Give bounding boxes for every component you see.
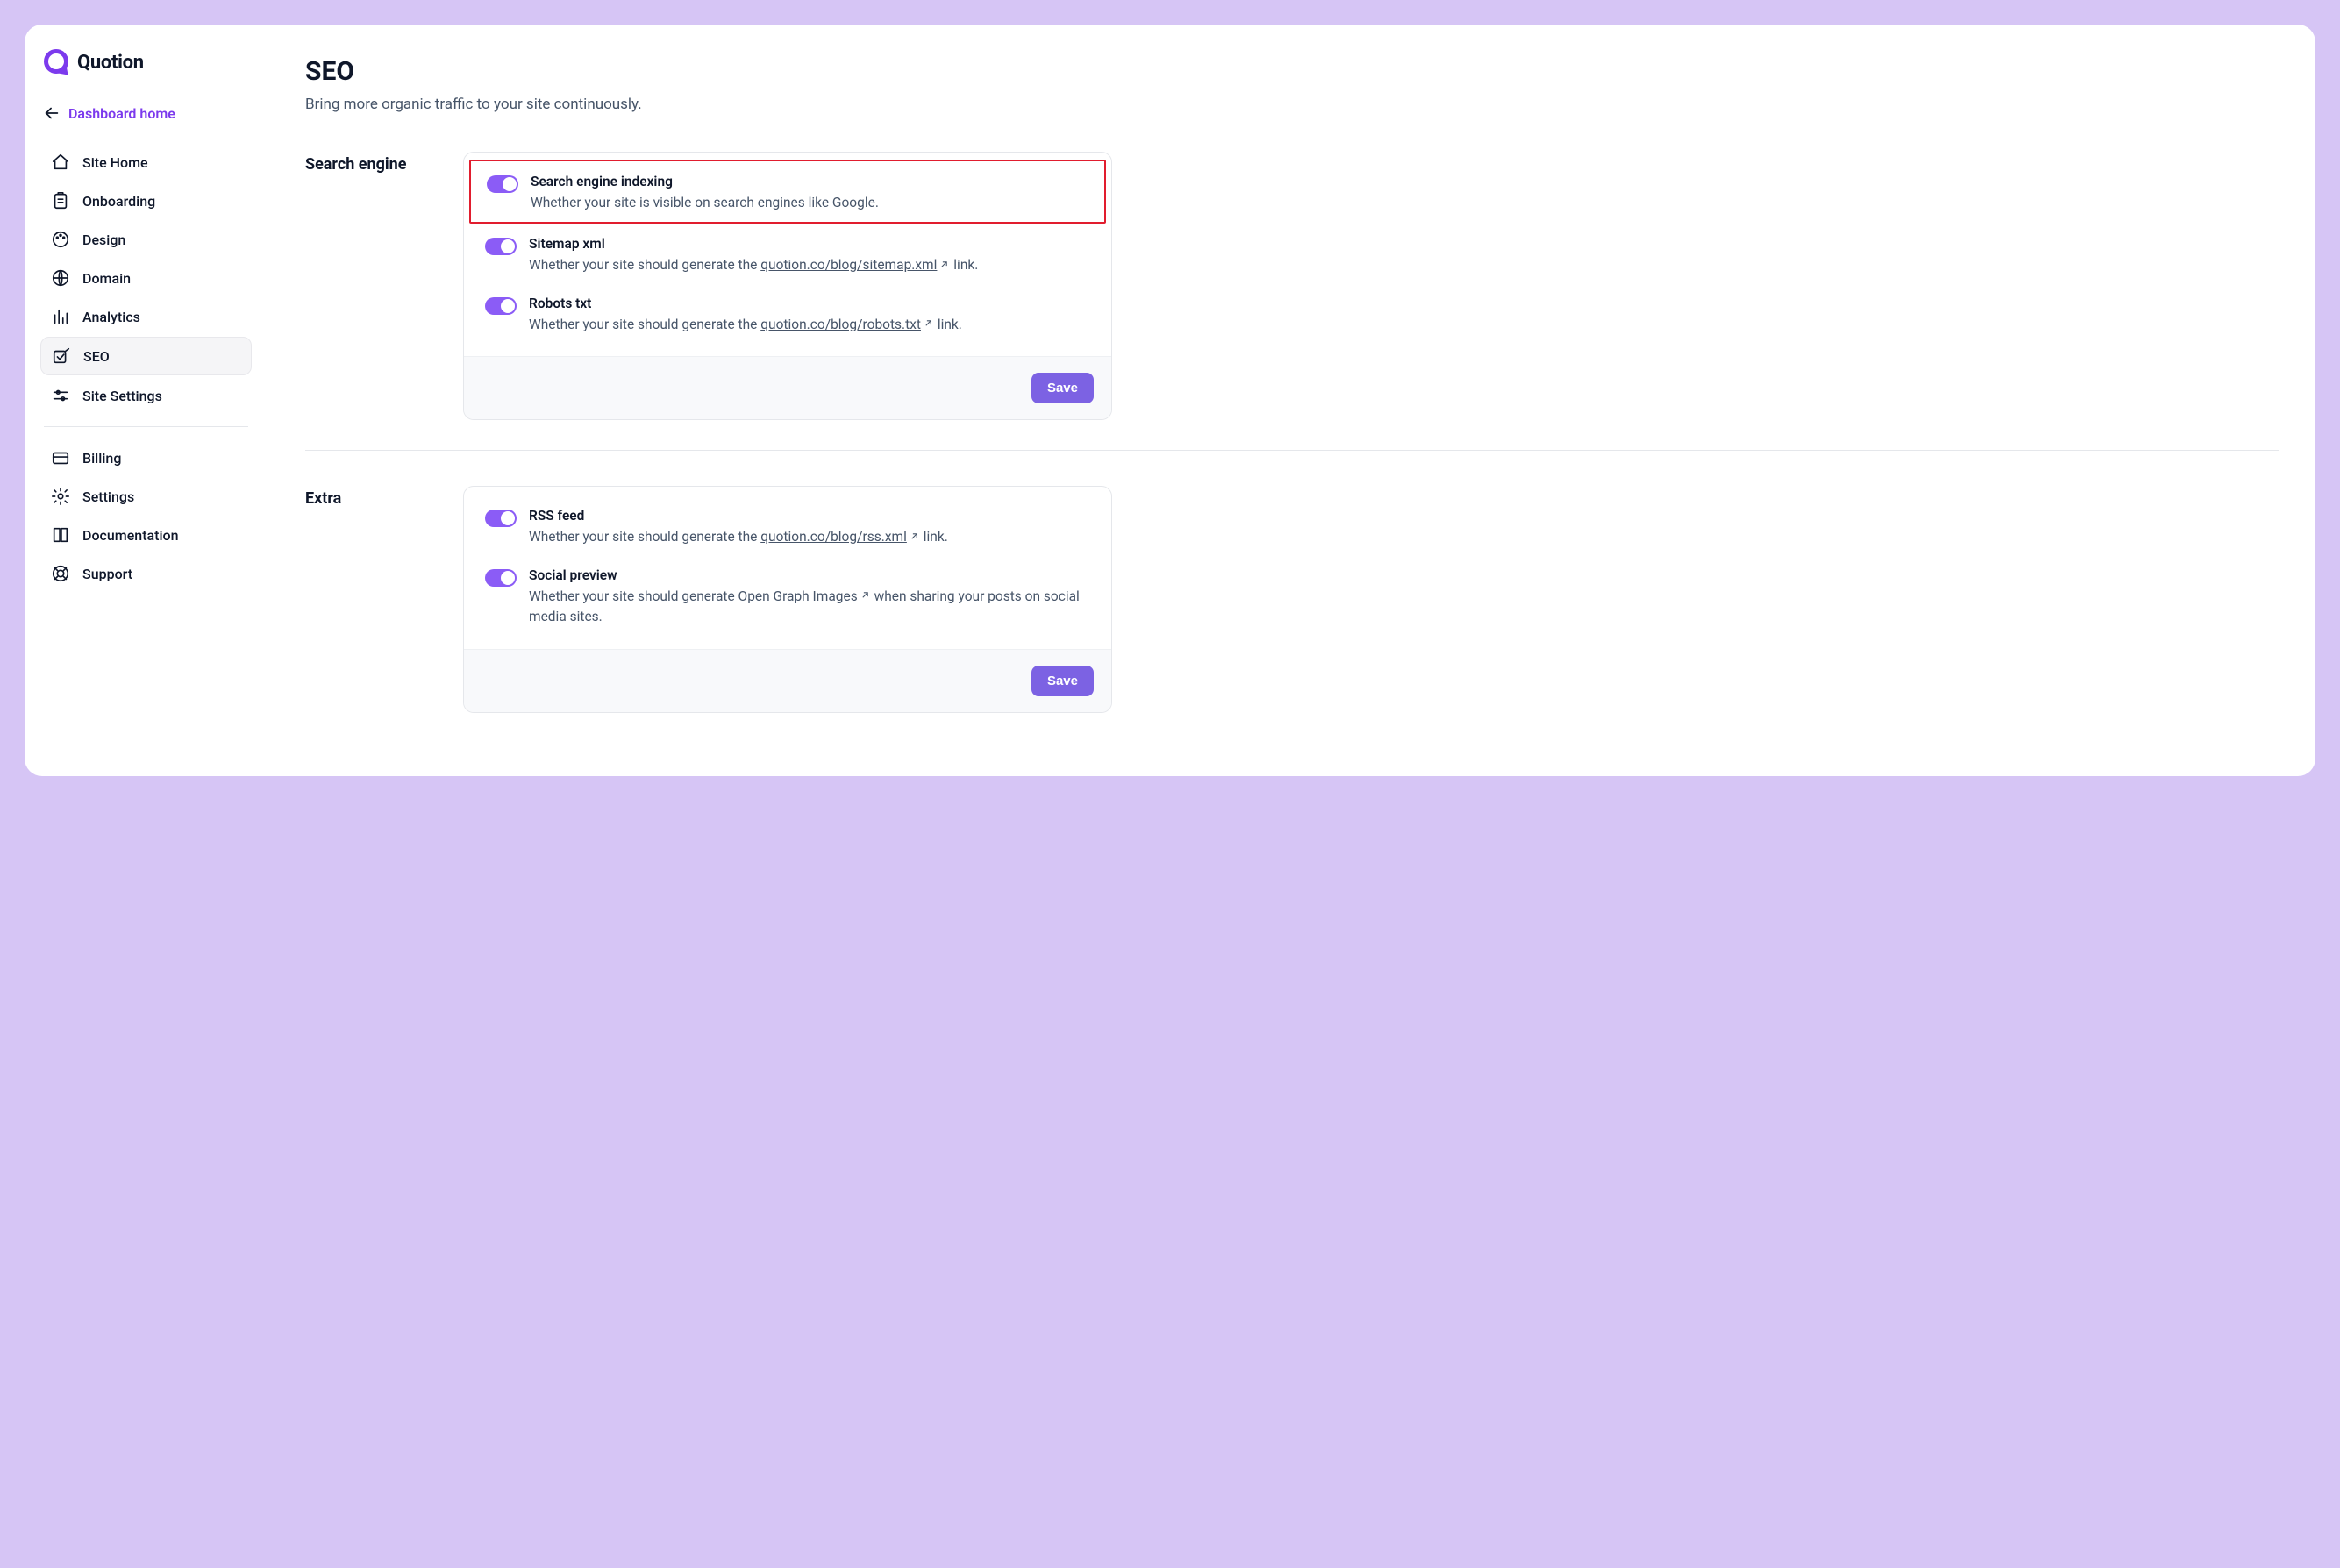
sidebar-item-design[interactable]: Design: [40, 221, 252, 258]
main-content: SEO Bring more organic traffic to your s…: [268, 25, 2315, 776]
toggle-desc: Whether your site should generate the qu…: [529, 255, 1090, 276]
dashboard-home-link[interactable]: Dashboard home: [40, 98, 252, 139]
toggle-desc: Whether your site is visible on search e…: [531, 193, 1088, 213]
sliders-icon: [51, 386, 70, 405]
section-label: Extra: [305, 486, 446, 712]
section-extra: Extra RSS feed Whether your site should …: [305, 450, 2279, 738]
sidebar-item-domain[interactable]: Domain: [40, 260, 252, 296]
toggle-rss[interactable]: [485, 510, 517, 527]
toggle-search-indexing[interactable]: [487, 175, 518, 193]
lifebuoy-icon: [51, 564, 70, 583]
sidebar-item-settings[interactable]: Settings: [40, 478, 252, 515]
toggle-title: Social preview: [529, 567, 1090, 583]
home-icon: [51, 153, 70, 172]
card-body: RSS feed Whether your site should genera…: [464, 487, 1111, 648]
save-button[interactable]: Save: [1031, 373, 1094, 403]
logo-icon: [44, 49, 70, 75]
external-link-icon: [938, 256, 950, 276]
sidebar-item-label: Analytics: [82, 309, 140, 325]
page-title: SEO: [305, 56, 2279, 87]
toggle-social-preview[interactable]: [485, 569, 517, 587]
sidebar-item-support[interactable]: Support: [40, 555, 252, 592]
brand-name: Quotion: [77, 52, 144, 74]
sidebar-item-label: Billing: [82, 450, 121, 467]
sidebar-item-label: Documentation: [82, 527, 179, 544]
toggle-row-sitemap: Sitemap xml Whether your site should gen…: [485, 236, 1090, 276]
robots-link[interactable]: quotion.co/blog/robots.txt: [760, 317, 921, 332]
sidebar-item-site-settings[interactable]: Site Settings: [40, 377, 252, 414]
toggle-desc: Whether your site should generate Open G…: [529, 587, 1090, 628]
sidebar-item-label: Onboarding: [82, 193, 155, 210]
sidebar-item-label: Site Home: [82, 154, 148, 171]
rss-link[interactable]: quotion.co/blog/rss.xml: [760, 529, 907, 545]
sidebar-item-documentation[interactable]: Documentation: [40, 517, 252, 553]
toggle-robots[interactable]: [485, 297, 517, 315]
toggle-title: Robots txt: [529, 296, 1090, 311]
sidebar-item-seo[interactable]: SEO: [40, 337, 252, 375]
external-link-icon: [923, 315, 934, 335]
gear-icon: [51, 487, 70, 506]
back-link-label: Dashboard home: [68, 105, 175, 122]
open-graph-link[interactable]: Open Graph Images: [738, 588, 858, 604]
card-body: Search engine indexing Whether your site…: [464, 153, 1111, 356]
card-icon: [51, 448, 70, 467]
sidebar-item-onboarding[interactable]: Onboarding: [40, 182, 252, 219]
toggle-row-social-preview: Social preview Whether your site should …: [485, 567, 1090, 628]
nav-group-primary: Site Home Onboarding Design Domain Analy…: [40, 144, 252, 414]
book-icon: [51, 525, 70, 545]
external-link-icon: [860, 587, 871, 607]
save-button[interactable]: Save: [1031, 666, 1094, 696]
section-label: Search engine: [305, 152, 446, 420]
sidebar-item-label: Site Settings: [82, 388, 162, 404]
app-window: Quotion Dashboard home Site Home Onboard…: [25, 25, 2315, 776]
card-footer: Save: [464, 649, 1111, 712]
nav-group-secondary: Billing Settings Documentation Support: [40, 439, 252, 592]
brand-logo: Quotion: [40, 49, 252, 75]
sidebar-item-label: SEO: [83, 348, 110, 365]
toggle-row-robots: Robots txt Whether your site should gene…: [485, 296, 1090, 336]
toggle-title: Search engine indexing: [531, 174, 1088, 189]
external-link-icon: [909, 528, 920, 548]
sidebar-item-label: Settings: [82, 488, 134, 505]
bar-chart-icon: [51, 307, 70, 326]
clipboard-icon: [51, 191, 70, 210]
highlighted-toggle-box: Search engine indexing Whether your site…: [469, 160, 1106, 224]
seo-icon: [52, 346, 71, 366]
sidebar-item-analytics[interactable]: Analytics: [40, 298, 252, 335]
page-subtitle: Bring more organic traffic to your site …: [305, 96, 2279, 113]
sidebar-item-label: Domain: [82, 270, 131, 287]
sidebar: Quotion Dashboard home Site Home Onboard…: [25, 25, 268, 776]
toggle-title: RSS feed: [529, 508, 1090, 524]
toggle-title: Sitemap xml: [529, 236, 1090, 252]
extra-card: RSS feed Whether your site should genera…: [463, 486, 1112, 712]
sitemap-link[interactable]: quotion.co/blog/sitemap.xml: [760, 257, 937, 273]
section-search-engine: Search engine Search engine indexing Whe…: [305, 139, 2279, 446]
toggle-desc: Whether your site should generate the qu…: [529, 315, 1090, 336]
nav-divider: [44, 426, 248, 427]
arrow-left-icon: [42, 103, 61, 123]
toggle-row-rss: RSS feed Whether your site should genera…: [485, 508, 1090, 548]
sidebar-item-billing[interactable]: Billing: [40, 439, 252, 476]
toggle-desc: Whether your site should generate the qu…: [529, 527, 1090, 548]
search-engine-card: Search engine indexing Whether your site…: [463, 152, 1112, 420]
palette-icon: [51, 230, 70, 249]
toggle-row-search-indexing: Search engine indexing Whether your site…: [487, 174, 1088, 213]
card-footer: Save: [464, 356, 1111, 419]
toggle-sitemap[interactable]: [485, 238, 517, 255]
sidebar-item-site-home[interactable]: Site Home: [40, 144, 252, 181]
sidebar-item-label: Design: [82, 232, 125, 248]
sidebar-item-label: Support: [82, 566, 132, 582]
globe-icon: [51, 268, 70, 288]
